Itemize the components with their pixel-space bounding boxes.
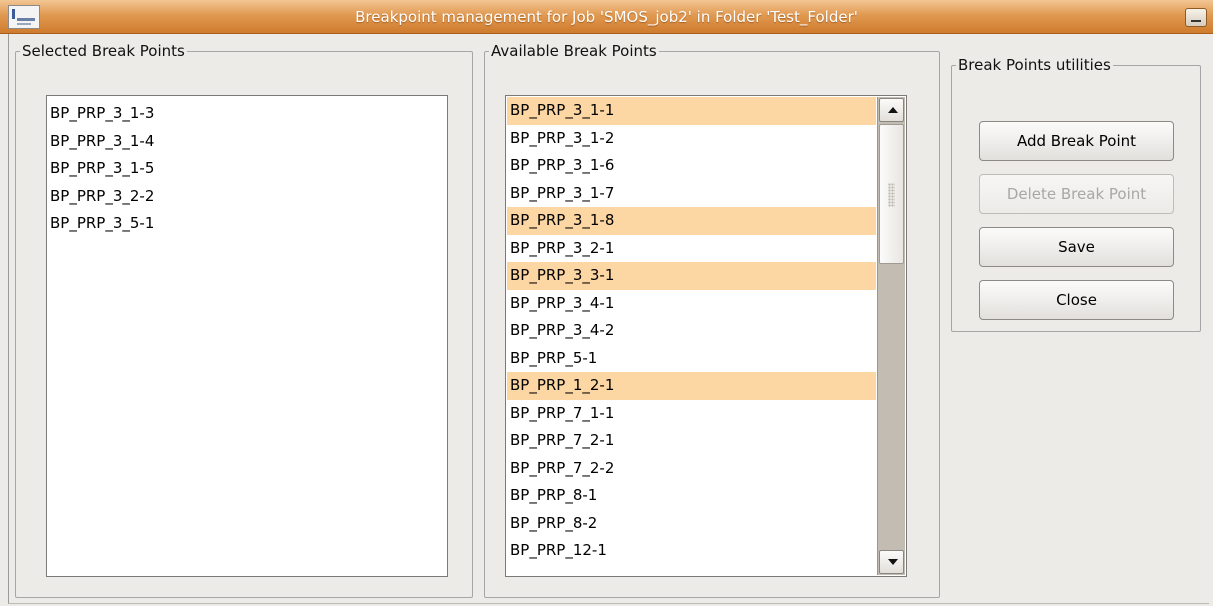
grip-icon <box>888 183 895 207</box>
arrow-down-icon <box>888 559 898 565</box>
available-list-item[interactable]: BP_PRP_8-1 <box>507 482 876 510</box>
window-title: Breakpoint management for Job 'SMOS_job2… <box>355 8 858 26</box>
selected-list-item[interactable]: BP_PRP_3_1-3 <box>47 100 447 128</box>
minimize-button[interactable] <box>1185 8 1207 27</box>
save-button[interactable]: Save <box>979 227 1174 267</box>
scrollbar-thumb[interactable] <box>879 124 904 264</box>
available-list-item[interactable]: BP_PRP_3_2-1 <box>507 235 876 263</box>
available-list-item[interactable]: BP_PRP_5-1 <box>507 345 876 373</box>
selected-break-points-list[interactable]: BP_PRP_3_1-3 BP_PRP_3_1-4 BP_PRP_3_1-5 BP_P… <box>46 95 448 577</box>
arrow-up-icon <box>888 107 898 113</box>
available-break-points-legend: Available Break Points <box>491 42 657 60</box>
close-button[interactable]: Close <box>979 280 1174 320</box>
available-list-item[interactable]: BP_PRP_3_4-1 <box>507 290 876 318</box>
dialog-content: Selected Break Points BP_PRP_3_1-3 BP_PRP… <box>8 34 1209 604</box>
selected-list-item[interactable]: BP_PRP_3_5-1 <box>47 210 447 238</box>
available-list-item[interactable]: BP_PRP_3_3-1 <box>507 262 876 290</box>
scroll-up-button[interactable] <box>879 98 904 122</box>
available-list-item[interactable]: BP_PRP_8-2 <box>507 510 876 538</box>
add-break-point-button[interactable]: Add Break Point <box>979 121 1174 161</box>
available-list-item[interactable]: BP_PRP_12-1 <box>507 537 876 565</box>
available-list-item[interactable]: BP_PRP_7_2-1 <box>507 427 876 455</box>
title-bar[interactable]: Breakpoint management for Job 'SMOS_job2… <box>0 0 1213 34</box>
vertical-scrollbar[interactable] <box>877 97 905 575</box>
selected-list-item[interactable]: BP_PRP_3_1-5 <box>47 155 447 183</box>
minimize-icon <box>1191 20 1201 22</box>
available-list-item[interactable]: BP_PRP_7_1-1 <box>507 400 876 428</box>
selected-list-item[interactable]: BP_PRP_3_2-2 <box>47 183 447 211</box>
available-list-item[interactable]: BP_PRP_3_1-2 <box>507 125 876 153</box>
available-list-item[interactable]: BP_PRP_3_4-2 <box>507 317 876 345</box>
available-list-item[interactable]: BP_PRP_3_1-8 <box>507 207 876 235</box>
available-list-item[interactable]: BP_PRP_3_1-6 <box>507 152 876 180</box>
available-list-item[interactable]: BP_PRP_1_2-1 <box>507 372 876 400</box>
selected-break-points-legend: Selected Break Points <box>22 42 185 60</box>
break-points-utilities-legend: Break Points utilities <box>958 56 1111 74</box>
available-list-item[interactable]: BP_PRP_3_1-7 <box>507 180 876 208</box>
break-points-utilities-panel: Break Points utilities Add Break Point D… <box>951 56 1201 332</box>
scroll-down-button[interactable] <box>879 550 904 574</box>
delete-break-point-button[interactable]: Delete Break Point <box>979 174 1174 214</box>
selected-list-item[interactable]: BP_PRP_3_1-4 <box>47 128 447 156</box>
available-list-item[interactable]: BP_PRP_3_1-1 <box>507 97 876 125</box>
available-list-item[interactable]: BP_PRP_7_2-2 <box>507 455 876 483</box>
available-break-points-list[interactable]: BP_PRP_3_1-1 BP_PRP_3_1-2 BP_PRP_3_1-6 BP_P… <box>505 95 907 577</box>
